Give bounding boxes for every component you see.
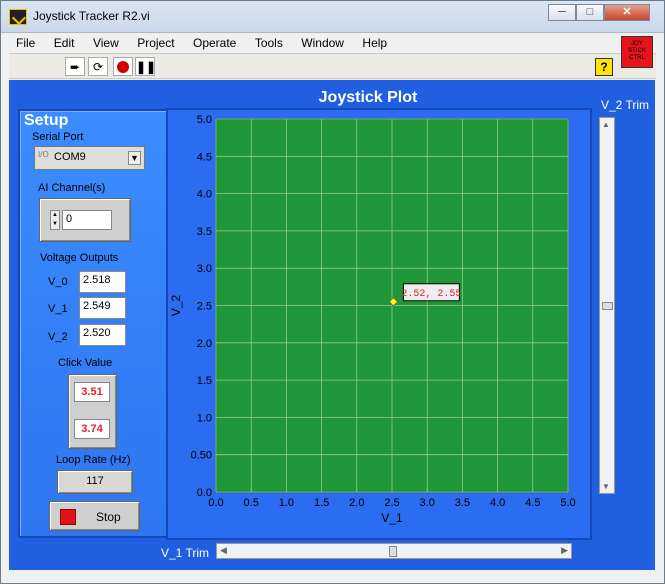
arrow-right-icon[interactable]: ▶ [561,545,568,556]
y-tick-label: 2.0 [197,338,212,350]
v1-value: 2.549 [79,297,126,319]
labview-window: Joystick Tracker R2.vi ─ □ ✕ File Edit V… [0,0,665,584]
close-button[interactable]: ✕ [604,4,650,21]
v2-trim-thumb[interactable] [602,302,613,310]
setup-title: Setup [24,112,69,129]
v1-trim-thumb[interactable] [389,546,397,557]
window-title: Joystick Tracker R2.vi [33,9,150,23]
ai-channel-label: AI Channel(s) [38,182,106,194]
v0-label: V_0 [48,276,68,288]
abort-icon[interactable] [113,57,133,76]
menu-help[interactable]: Help [355,33,394,50]
io-icon: I/O [38,150,49,159]
v0-value: 2.518 [79,271,126,293]
ai-channel-frame: ▲ ▼ 0 [39,198,131,242]
y-tick-label: 3.5 [197,226,212,238]
x-axis-label: V_1 [381,511,403,525]
stop-icon [60,509,76,525]
pause-icon[interactable]: ❚❚ [135,57,156,76]
v2-label: V_2 [48,331,68,343]
y-tick-label: 1.0 [197,412,212,424]
y-tick-label: 5.0 [197,114,212,126]
y-tick-label: 1.5 [197,375,212,387]
ai-channel-input[interactable]: 0 [62,210,112,230]
menu-file[interactable]: File [9,33,42,50]
y-tick-label: 0.50 [191,450,212,462]
v2-trim-label: V_2 Trim [601,98,650,112]
plot-title: Joystick Plot [318,89,418,106]
toolbar: ➨ ⟳ ❚❚ ? JOY STICK CTRL [9,36,656,79]
menu-bar: File Edit View Project Operate Tools Win… [9,33,656,53]
labview-vi-icon [9,9,27,25]
x-tick-label: 0.5 [244,497,259,509]
loop-rate-value: 117 [86,475,104,487]
click-value-frame: 3.51 3.74 [68,374,117,449]
run-arrow-icon[interactable]: ➨ [65,57,85,76]
click-value-x: 3.51 [74,382,110,402]
minimize-button[interactable]: ─ [548,4,576,21]
x-tick-label: 4.0 [490,497,505,509]
menu-edit[interactable]: Edit [47,33,82,50]
v2-value: 2.520 [79,324,126,346]
v1-trim-slider[interactable]: ◀ ▶ [216,543,572,559]
serial-port-select[interactable]: I/O COM9 ▼ [34,146,145,170]
run-continuously-icon[interactable]: ⟳ [88,57,108,76]
arrow-left-icon[interactable]: ◀ [220,545,227,556]
joystick-xy-graph[interactable]: 0.0 0.5 1.0 1.5 2.0 2.5 3.0 3.5 4.0 4.5 5.00.00.50… [168,110,590,538]
serial-port-label: Serial Port [32,131,84,143]
click-value-y: 3.74 [74,419,110,439]
menu-window[interactable]: Window [294,33,351,50]
y-tick-label: 4.5 [197,151,212,163]
x-tick-label: 5.0 [560,497,575,509]
menu-tools[interactable]: Tools [248,33,290,50]
stop-button[interactable]: Stop [49,501,140,531]
x-tick-label: 3.5 [455,497,470,509]
chevron-down-icon[interactable]: ▼ [128,151,141,165]
vi-icon: JOY STICK CTRL [621,36,653,68]
menu-operate[interactable]: Operate [186,33,243,50]
menu-view[interactable]: View [86,33,126,50]
v1-trim-label: V_1 Trim [161,546,210,560]
x-tick-label: 2.5 [384,497,399,509]
x-tick-label: 1.5 [314,497,329,509]
click-value-label: Click Value [58,357,113,369]
voltage-outputs-label: Voltage Outputs [40,252,119,264]
y-tick-label: 2.5 [197,301,212,313]
setup-cluster: Setup Serial Port I/O COM9 ▼ AI Channel(… [18,109,168,538]
x-tick-label: 4.5 [525,497,540,509]
front-panel: Setup Serial Port I/O COM9 ▼ AI Channel(… [9,80,655,570]
x-tick-label: 2.0 [349,497,364,509]
arrow-up-icon[interactable]: ▲ [602,120,610,129]
serial-port-value: COM9 [54,151,86,163]
x-tick-label: 1.0 [279,497,294,509]
v1-label: V_1 [48,303,68,315]
context-help-button[interactable]: ? [595,58,613,76]
y-tick-label: 4.0 [197,189,212,201]
y-tick-label: 0.0 [197,487,212,499]
point-label: 2.52, 2.55 [401,289,461,300]
menu-project[interactable]: Project [130,33,181,50]
title-bar: Joystick Tracker R2.vi ─ □ ✕ [1,1,664,33]
v2-trim-slider[interactable]: ▲ ▼ [599,117,615,494]
arrow-down-icon[interactable]: ▼ [602,482,610,491]
y-tick-label: 3.0 [197,263,212,275]
x-tick-label: 3.0 [420,497,435,509]
maximize-button[interactable]: □ [576,4,604,21]
loop-rate-label: Loop Rate (Hz) [56,454,131,466]
y-axis-label: V_2 [169,295,183,317]
increment-decrement-icon[interactable]: ▲ ▼ [50,210,60,230]
stop-label: Stop [96,510,121,524]
loop-rate-indicator: 117 [57,470,133,494]
xy-graph-frame: 0.0 0.5 1.0 1.5 2.0 2.5 3.0 3.5 4.0 4.5 5.0 0.0 0.50… [166,108,592,540]
